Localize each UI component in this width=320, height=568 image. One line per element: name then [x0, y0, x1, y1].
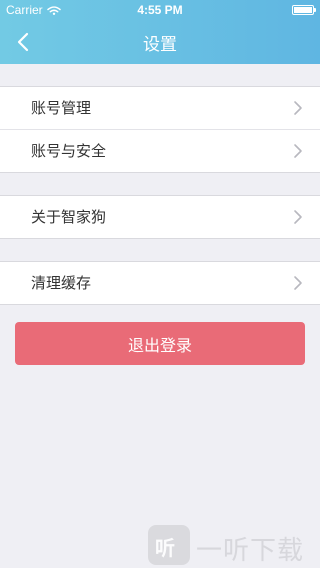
settings-item-account-security[interactable]: 账号与安全	[0, 129, 320, 172]
settings-item-label: 关于智家狗	[31, 208, 107, 226]
settings-item-label: 账号管理	[31, 99, 92, 117]
settings-section-about: 关于智家狗	[0, 195, 320, 239]
battery-icon	[292, 5, 316, 15]
watermark: 听 一听下载	[148, 523, 318, 567]
settings-item-account-management[interactable]: 账号管理	[0, 87, 320, 129]
status-bar: Carrier 4:55 PM	[0, 0, 320, 20]
chevron-right-icon	[294, 101, 302, 115]
watermark-text: 一听下载	[196, 536, 305, 566]
logout-button[interactable]: 退出登录	[15, 322, 305, 365]
watermark-logo: 听	[148, 525, 190, 565]
chevron-right-icon	[294, 144, 302, 158]
chevron-right-icon	[294, 210, 302, 224]
watermark-logo-text: 听	[155, 536, 175, 560]
settings-item-about[interactable]: 关于智家狗	[0, 196, 320, 238]
page-title: 设置	[143, 35, 177, 55]
settings-screen: Carrier 4:55 PM 设置 账号管理 账号与安全 关于智家狗 清理缓存…	[0, 0, 320, 568]
settings-item-clear-cache[interactable]: 清理缓存	[0, 262, 320, 304]
settings-section-cache: 清理缓存	[0, 261, 320, 305]
chevron-right-icon	[294, 276, 302, 290]
status-time: 4:55 PM	[137, 3, 183, 17]
settings-item-label: 清理缓存	[31, 274, 92, 292]
navigation-bar: 设置	[0, 20, 320, 64]
settings-list: 账号管理 账号与安全 关于智家狗 清理缓存	[0, 64, 320, 305]
settings-section-account: 账号管理 账号与安全	[0, 86, 320, 173]
settings-item-label: 账号与安全	[31, 142, 107, 160]
top-bar: Carrier 4:55 PM 设置	[0, 0, 320, 64]
